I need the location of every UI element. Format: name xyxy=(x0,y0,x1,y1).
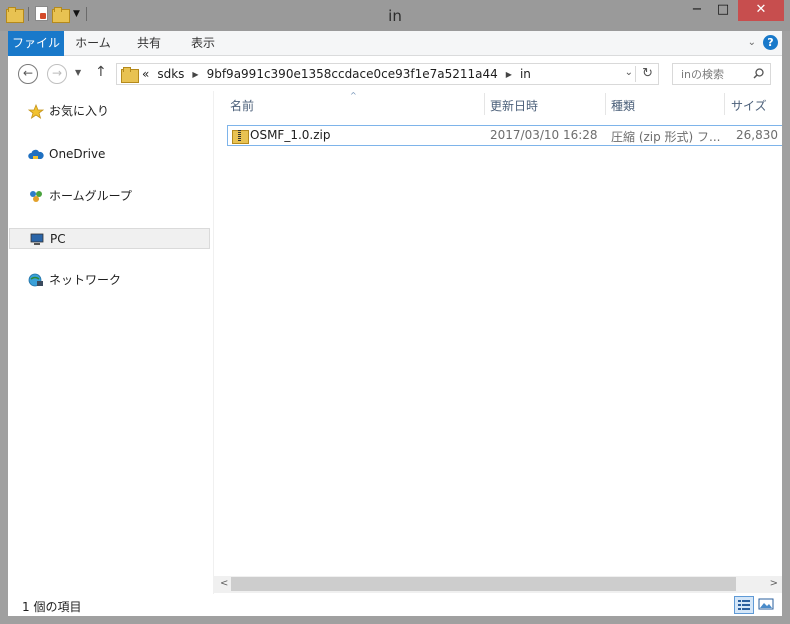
divider xyxy=(635,66,636,82)
tab-share[interactable]: 共有 xyxy=(128,31,170,56)
expand-ribbon-icon[interactable]: ⌄ xyxy=(748,37,756,48)
sidebar-item-onedrive[interactable]: OneDrive xyxy=(9,144,210,165)
title-bar: ▼ in − □ ✕ xyxy=(0,0,790,31)
chevron-right-icon[interactable]: ▶ xyxy=(192,70,198,79)
chevron-right-icon[interactable]: ▶ xyxy=(506,70,512,79)
search-box[interactable] xyxy=(672,63,771,85)
ribbon-tabs: ファイル ホーム 共有 表示 ⌄ ? xyxy=(8,31,782,56)
star-icon xyxy=(28,104,44,119)
breadcrumb-item[interactable]: 9bf9a991c390e1358ccdace0ce93f1e7a5211a44 xyxy=(207,67,498,81)
file-name: OSMF_1.0.zip xyxy=(250,128,331,142)
column-header-date[interactable]: 更新日時 xyxy=(490,97,538,114)
sidebar-item-label: お気に入り xyxy=(49,104,110,118)
breadcrumb-item[interactable]: in xyxy=(520,67,531,81)
forward-button[interactable]: → xyxy=(47,64,67,84)
status-bar: 1 個の項目 xyxy=(8,594,782,616)
homegroup-icon xyxy=(30,191,42,202)
column-header-name[interactable]: 名前 xyxy=(230,97,254,114)
sidebar-item-label: ホームグループ xyxy=(49,189,132,203)
address-row: ← → ▼ ↑ « sdks ▶ 9bf9a991c390e1358ccdace… xyxy=(8,56,782,91)
horizontal-scrollbar[interactable]: < > xyxy=(214,576,782,593)
close-button[interactable]: ✕ xyxy=(738,0,784,21)
sidebar-item-network[interactable]: ネットワーク xyxy=(9,270,210,291)
sidebar-item-label: ネットワーク xyxy=(49,273,122,287)
item-count: 1 個の項目 xyxy=(22,600,82,614)
folder-icon xyxy=(121,67,139,83)
chevron-down-icon[interactable]: ⌄ xyxy=(625,67,633,78)
column-divider[interactable] xyxy=(605,93,606,115)
sidebar-item-label: PC xyxy=(50,232,66,246)
large-icons-view-button[interactable] xyxy=(757,596,777,614)
help-icon[interactable]: ? xyxy=(763,35,778,50)
sidebar-item-favorites[interactable]: お気に入り xyxy=(9,101,210,122)
file-size: 26,830 xyxy=(736,128,778,142)
large-icons-view-icon xyxy=(758,598,774,610)
sidebar-item-label: OneDrive xyxy=(49,147,106,161)
file-type: 圧縮 (zip 形式) フ... xyxy=(611,130,721,144)
maximize-button[interactable]: □ xyxy=(710,0,736,21)
details-view-icon xyxy=(738,600,750,610)
scroll-left-icon[interactable]: < xyxy=(220,578,228,589)
tab-file[interactable]: ファイル xyxy=(8,31,64,56)
up-button[interactable]: ↑ xyxy=(95,64,107,80)
address-bar[interactable]: « sdks ▶ 9bf9a991c390e1358ccdace0ce93f1e… xyxy=(116,63,659,85)
breadcrumb-overflow[interactable]: « xyxy=(142,67,149,81)
recent-locations-dropdown-icon[interactable]: ▼ xyxy=(75,68,81,77)
column-header-type[interactable]: 種類 xyxy=(611,97,635,114)
navigation-pane: お気に入り OneDrive ホームグループ PC ネットワーク xyxy=(8,91,213,594)
table-row[interactable]: OSMF_1.0.zip 2017/03/10 16:28 圧縮 (zip 形式… xyxy=(227,125,782,146)
column-divider[interactable] xyxy=(484,93,485,115)
explorer-window: ▼ in − □ ✕ ファイル ホーム 共有 表示 ⌄ ? ← → ▼ ↑ « … xyxy=(0,0,790,624)
tab-view[interactable]: 表示 xyxy=(180,31,226,56)
file-list: ^ 名前 更新日時 種類 サイズ OSMF_1.0.zip 2017/03/10… xyxy=(214,91,782,594)
search-input[interactable] xyxy=(681,65,755,83)
breadcrumb: « sdks ▶ 9bf9a991c390e1358ccdace0ce93f1e… xyxy=(142,67,531,81)
column-header-size[interactable]: サイズ xyxy=(731,97,767,114)
minimize-button[interactable]: − xyxy=(684,0,710,21)
tab-home[interactable]: ホーム xyxy=(70,31,116,56)
sort-ascending-icon: ^ xyxy=(350,91,357,100)
breadcrumb-item[interactable]: sdks xyxy=(157,67,184,81)
sidebar-item-pc[interactable]: PC xyxy=(9,228,210,249)
zip-folder-icon xyxy=(232,128,249,144)
details-view-button[interactable] xyxy=(734,596,754,614)
column-divider[interactable] xyxy=(724,93,725,115)
back-button[interactable]: ← xyxy=(18,64,38,84)
network-icon xyxy=(28,273,43,287)
scroll-right-icon[interactable]: > xyxy=(770,578,778,589)
cloud-icon xyxy=(28,149,44,159)
scrollbar-thumb[interactable] xyxy=(231,577,736,591)
window-title: in xyxy=(388,7,402,25)
file-date: 2017/03/10 16:28 xyxy=(490,128,598,142)
sidebar-item-homegroup[interactable]: ホームグループ xyxy=(9,186,210,207)
search-icon[interactable] xyxy=(753,68,764,79)
refresh-icon[interactable]: ↻ xyxy=(642,66,653,81)
content-area: お気に入り OneDrive ホームグループ PC ネットワーク ^ 名前 更新… xyxy=(8,91,782,594)
computer-icon xyxy=(30,233,44,245)
